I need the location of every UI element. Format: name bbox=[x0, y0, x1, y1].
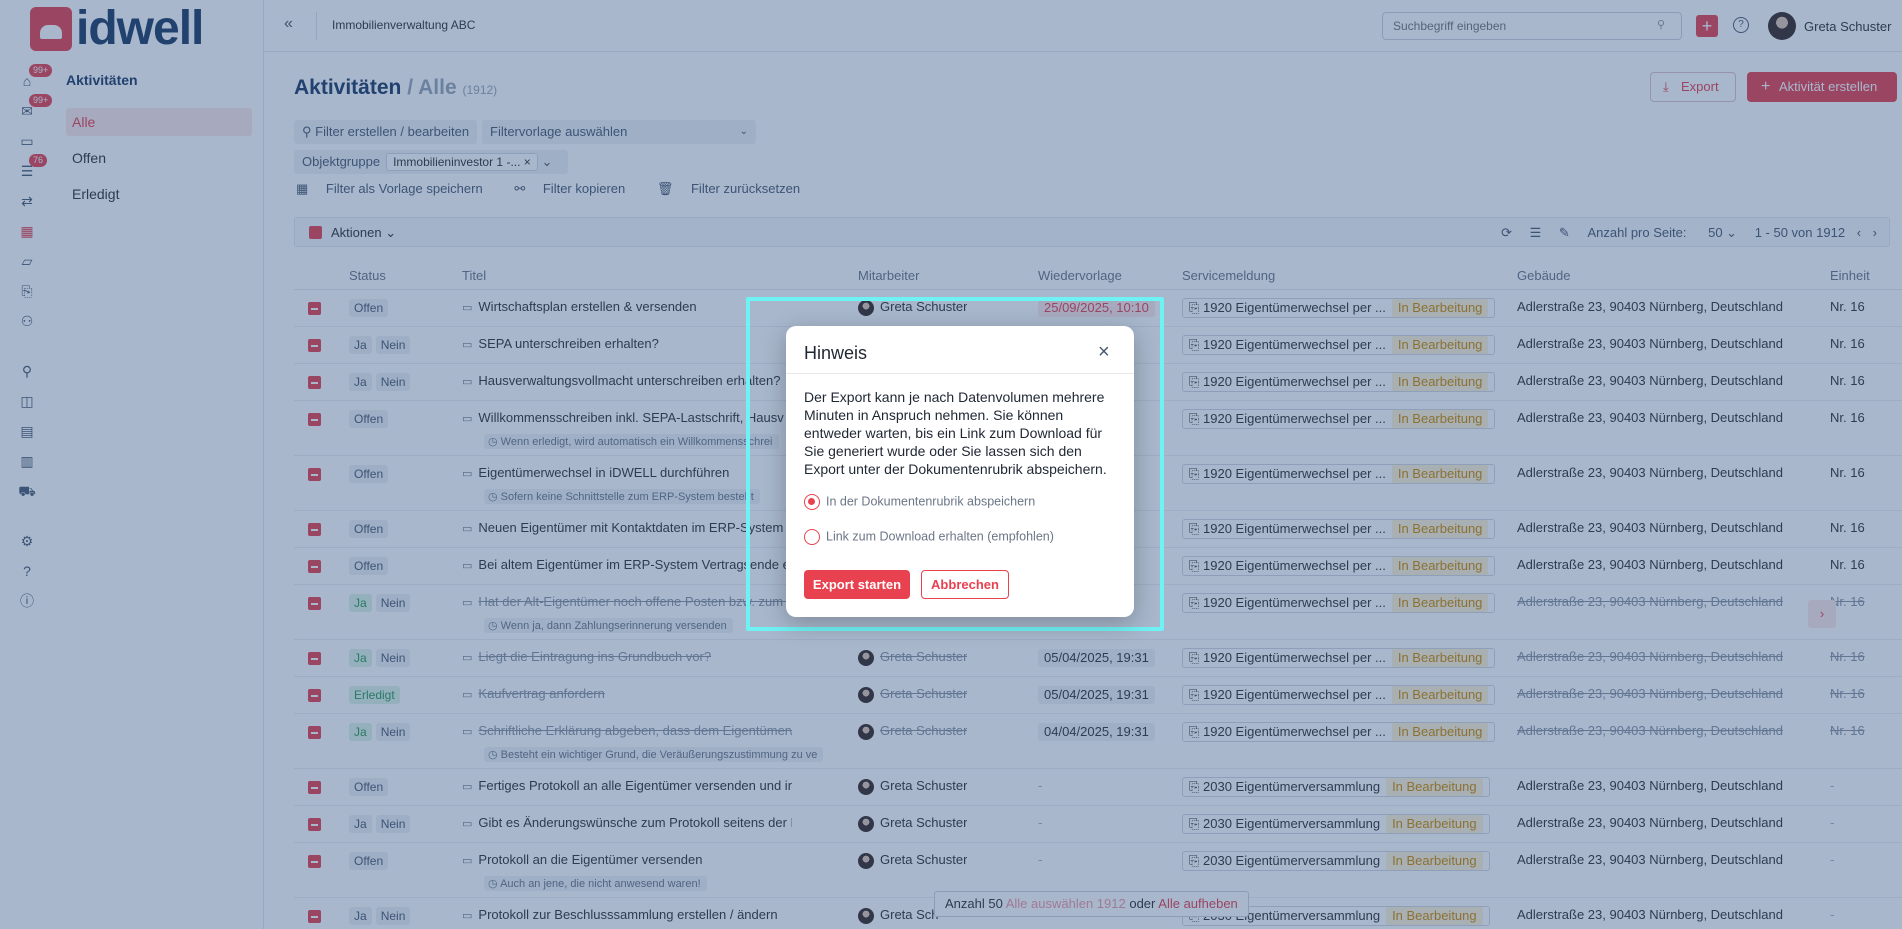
close-icon[interactable]: × bbox=[1098, 342, 1110, 362]
radio-unselected[interactable] bbox=[804, 529, 820, 545]
option-download-link[interactable]: Link zum Download erhalten (empfohlen) bbox=[804, 529, 1054, 545]
dialog-title: Hinweis bbox=[804, 343, 868, 363]
radio-selected[interactable] bbox=[804, 494, 820, 510]
option-document-section-label: In der Dokumentenrubrik abspeichern bbox=[826, 494, 1036, 509]
dialog-text: Der Export kann je nach Datenvolumen meh… bbox=[804, 389, 1107, 477]
start-export-button[interactable]: Export starten bbox=[804, 570, 910, 599]
option-download-link-label: Link zum Download erhalten (empfohlen) bbox=[826, 529, 1054, 544]
export-dialog: Hinweis × Der Export kann je nach Datenv… bbox=[786, 326, 1134, 617]
cancel-button[interactable]: Abbrechen bbox=[921, 570, 1009, 599]
option-document-section[interactable]: In der Dokumentenrubrik abspeichern bbox=[804, 494, 1035, 510]
dialog-divider bbox=[786, 373, 1134, 374]
